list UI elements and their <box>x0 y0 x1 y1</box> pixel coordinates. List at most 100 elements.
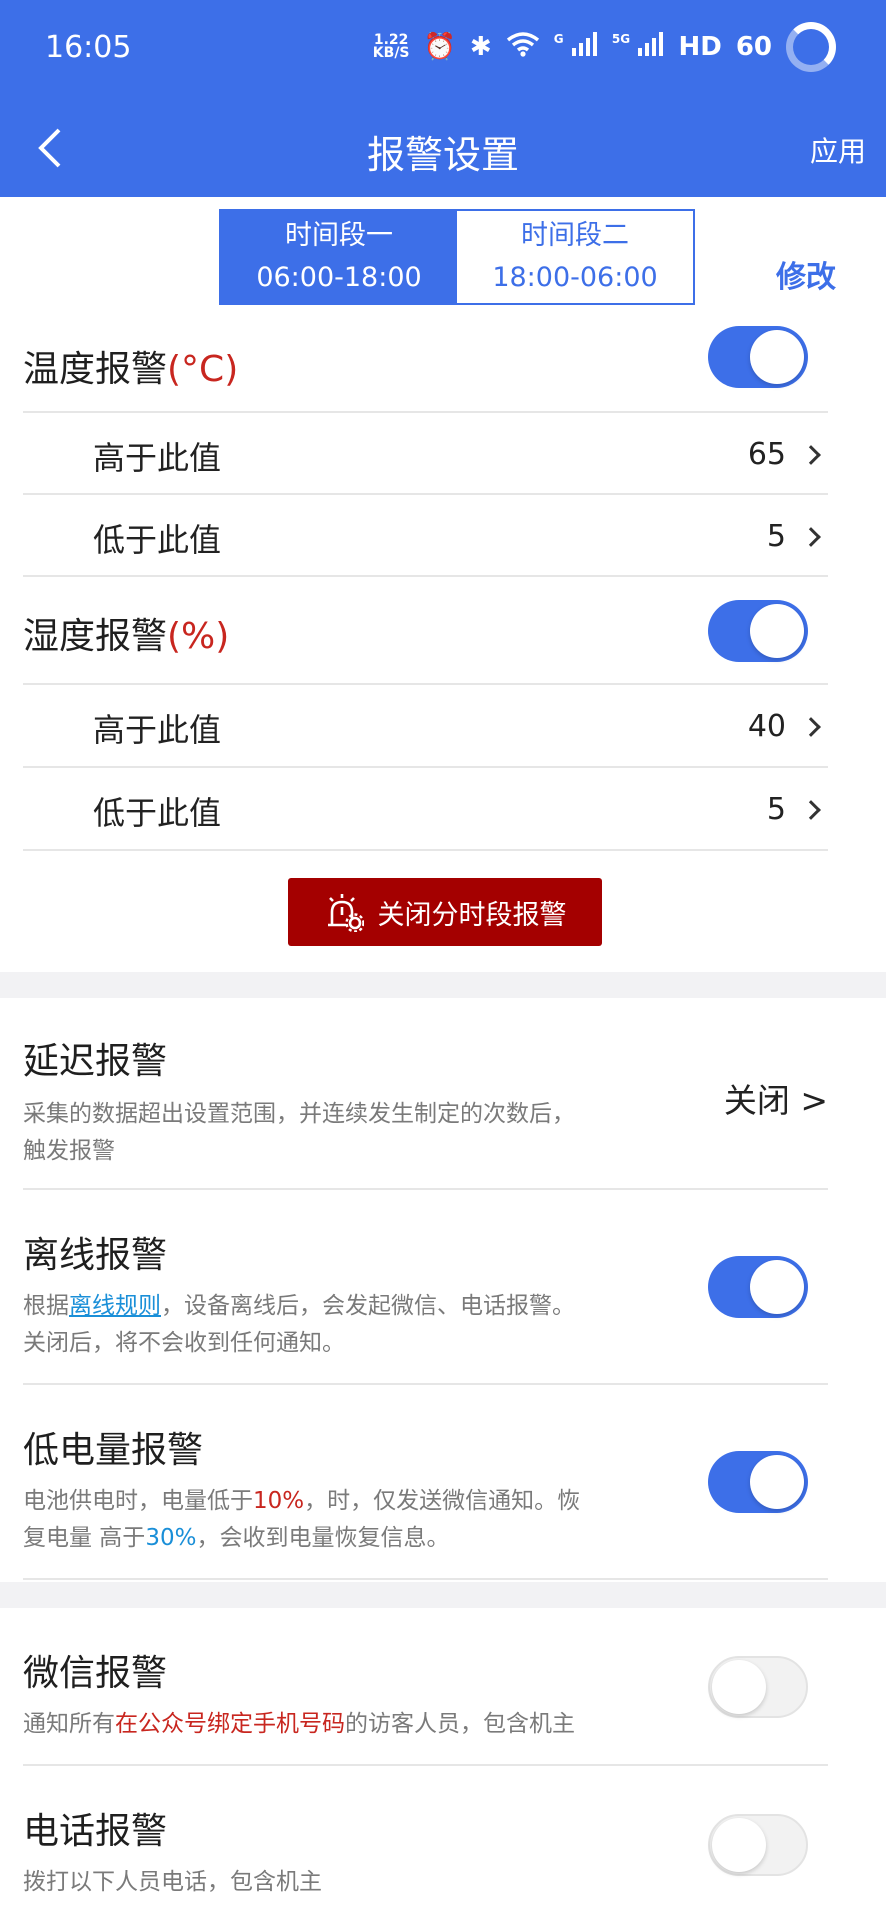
temperature-alarm-title: 温度报警(°C) <box>23 340 238 392</box>
humidity-high-value-wrap: 40 <box>748 709 828 744</box>
temperature-low-value-wrap: 5 <box>767 519 828 554</box>
offline-alarm-row: 离线报警 根据离线规则，设备离线后，会发起微信、电话报警。 关闭后，将不会收到任… <box>23 1190 828 1385</box>
section-divider <box>0 1582 886 1608</box>
battery-ring-icon <box>786 22 836 72</box>
delay-alarm-value[interactable]: 关闭 > <box>724 1074 828 1122</box>
offline-alarm-toggle[interactable] <box>708 1256 808 1318</box>
humidity-low-row[interactable]: 低于此值 5 <box>23 768 828 851</box>
humidity-high-label: 高于此值 <box>93 711 222 749</box>
temperature-alarm-row: 温度报警(°C) <box>23 318 828 413</box>
wifi-icon <box>506 31 540 64</box>
toggle-knob <box>750 330 804 384</box>
offline-desc-post: ，设备离线后，会发起微信、电话报警。 <box>161 1293 575 1319</box>
page-title: 报警设置 <box>366 133 519 177</box>
offline-desc-line1: 根据离线规则，设备离线后，会发起微信、电话报警。 <box>23 1288 575 1325</box>
offline-alarm-description: 根据离线规则，设备离线后，会发起微信、电话报警。 关闭后，将不会收到任何通知。 <box>23 1288 575 1362</box>
temperature-high-label: 高于此值 <box>93 439 222 477</box>
segment-tab-1[interactable]: 时间段一 06:00-18:00 <box>221 211 457 303</box>
segment-tab-2[interactable]: 时间段二 18:00-06:00 <box>457 211 693 303</box>
temperature-low-row[interactable]: 低于此值 5 <box>23 495 828 577</box>
low-battery-alarm-toggle[interactable] <box>708 1451 808 1513</box>
low-battery-alarm-title: 低电量报警 <box>23 1430 204 1471</box>
humidity-alarm-toggle[interactable] <box>708 600 808 662</box>
temperature-alarm-toggle[interactable] <box>708 326 808 388</box>
signal-1-label: G <box>553 32 564 46</box>
wechat-alarm-description: 通知所有在公众号绑定手机号码的访客人员，包含机主 <box>23 1706 575 1743</box>
low-battery-desc-a: 电池供电时，电量低于 <box>23 1488 253 1514</box>
toggle-knob <box>750 1260 804 1314</box>
chevron-right-icon <box>801 526 821 547</box>
segment-1-name: 时间段一 <box>285 220 393 251</box>
segment-2-range: 18:00-06:00 <box>492 262 658 293</box>
section-divider <box>0 972 886 998</box>
signal-2-label: 5G <box>611 32 631 46</box>
humidity-high-row[interactable]: 高于此值 40 <box>23 685 828 768</box>
low-battery-desc-b: ，时，仅发送微信通知。恢 <box>304 1488 581 1514</box>
humidity-unit: (%) <box>167 616 230 657</box>
temperature-high-row[interactable]: 高于此值 65 <box>23 413 828 495</box>
humidity-high-value: 40 <box>747 709 786 744</box>
temperature-unit: (°C) <box>167 349 239 390</box>
toggle-knob <box>750 1455 804 1509</box>
segment-1-range: 06:00-18:00 <box>256 262 422 293</box>
humidity-low-value: 5 <box>766 792 786 827</box>
low-battery-desc-line2: 复电量 高于30%，会收到电量恢复信息。 <box>23 1520 580 1557</box>
offline-desc-pre: 根据 <box>23 1293 69 1319</box>
phone-alarm-toggle[interactable] <box>708 1814 808 1876</box>
net-speed: 1.22 KB/S <box>372 33 410 61</box>
temperature-title-text: 温度报警 <box>23 349 168 390</box>
humidity-alarm-row: 湿度报警(%) <box>23 577 828 685</box>
toggle-knob <box>712 1818 766 1872</box>
offline-desc-line2: 关闭后，将不会收到任何通知。 <box>23 1330 345 1356</box>
humidity-low-label: 低于此值 <box>93 794 222 832</box>
humidity-alarm-title: 湿度报警(%) <box>23 607 229 659</box>
humidity-title-text: 湿度报警 <box>23 616 168 657</box>
delay-alarm-title: 延迟报警 <box>23 1041 168 1082</box>
close-segment-alarm-button[interactable]: 关闭分时段报警 <box>288 878 602 946</box>
temperature-high-value-wrap: 65 <box>748 437 828 472</box>
bluetooth-icon: ✱ <box>469 32 492 62</box>
apply-button[interactable]: 应用 <box>810 130 866 170</box>
net-speed-unit: KB/S <box>372 45 410 61</box>
low-battery-desc-c: 复电量 高于 <box>23 1525 146 1551</box>
battery-level: 60 <box>735 32 772 62</box>
segment-2-name: 时间段二 <box>521 220 629 251</box>
toggle-knob <box>712 1660 766 1714</box>
wechat-alarm-toggle[interactable] <box>708 1656 808 1718</box>
alarm-settings-icon <box>327 894 364 932</box>
hd-indicator: HD <box>678 32 722 62</box>
wechat-alarm-title: 微信报警 <box>23 1653 168 1694</box>
delay-alarm-row[interactable]: 延迟报警 采集的数据超出设置范围，并连续发生制定的次数后， 触发报警 关闭 > <box>23 998 828 1190</box>
toggle-knob <box>750 604 804 658</box>
wechat-alarm-row: 微信报警 通知所有在公众号绑定手机号码的访客人员，包含机主 <box>23 1608 828 1766</box>
phone-alarm-description: 拨打以下人员电话，包含机主 <box>23 1869 322 1895</box>
signal-icon-2: 5G <box>612 32 665 62</box>
alarm-clock-icon: ⏰ <box>423 32 456 62</box>
delay-desc-line1: 采集的数据超出设置范围，并连续发生制定的次数后， <box>23 1101 575 1127</box>
recover-battery-threshold: 30% <box>145 1525 197 1551</box>
status-icons: 1.22 KB/S ⏰ ✱ G 5G HD 60 <box>373 22 836 72</box>
low-battery-alarm-description: 电池供电时，电量低于10%，时，仅发送微信通知。恢 复电量 高于30%，会收到电… <box>23 1483 580 1557</box>
phone-alarm-row: 电话报警 拨打以下人员电话，包含机主 <box>23 1766 828 1920</box>
humidity-low-value-wrap: 5 <box>767 792 828 827</box>
chevron-right-icon <box>801 799 821 820</box>
temperature-low-label: 低于此值 <box>93 521 222 559</box>
wechat-desc-highlight: 在公众号绑定手机号码 <box>115 1711 345 1737</box>
low-battery-alarm-row: 低电量报警 电池供电时，电量低于10%，时，仅发送微信通知。恢 复电量 高于30… <box>23 1385 828 1580</box>
delay-alarm-description: 采集的数据超出设置范围，并连续发生制定的次数后， 触发报警 <box>23 1096 575 1170</box>
delay-desc-line2: 触发报警 <box>23 1138 115 1164</box>
time-segment-switcher: 时间段一 06:00-18:00 时间段二 18:00-06:00 <box>219 209 695 305</box>
close-segment-alarm-label: 关闭分时段报警 <box>377 899 567 931</box>
chevron-right-icon <box>801 716 821 737</box>
status-time: 16:05 <box>45 30 132 65</box>
modify-button[interactable]: 修改 <box>776 252 836 296</box>
temperature-low-value: 5 <box>766 519 786 554</box>
low-battery-threshold: 10% <box>253 1488 305 1514</box>
temperature-high-value: 65 <box>747 437 786 472</box>
offline-alarm-title: 离线报警 <box>23 1235 168 1276</box>
low-battery-desc-line1: 电池供电时，电量低于10%，时，仅发送微信通知。恢 <box>23 1483 580 1520</box>
wechat-desc-a: 通知所有 <box>23 1711 115 1737</box>
wechat-desc-b: 的访客人员，包含机主 <box>345 1711 575 1737</box>
phone-alarm-title: 电话报警 <box>23 1811 168 1852</box>
offline-rules-link[interactable]: 离线规则 <box>69 1293 161 1319</box>
